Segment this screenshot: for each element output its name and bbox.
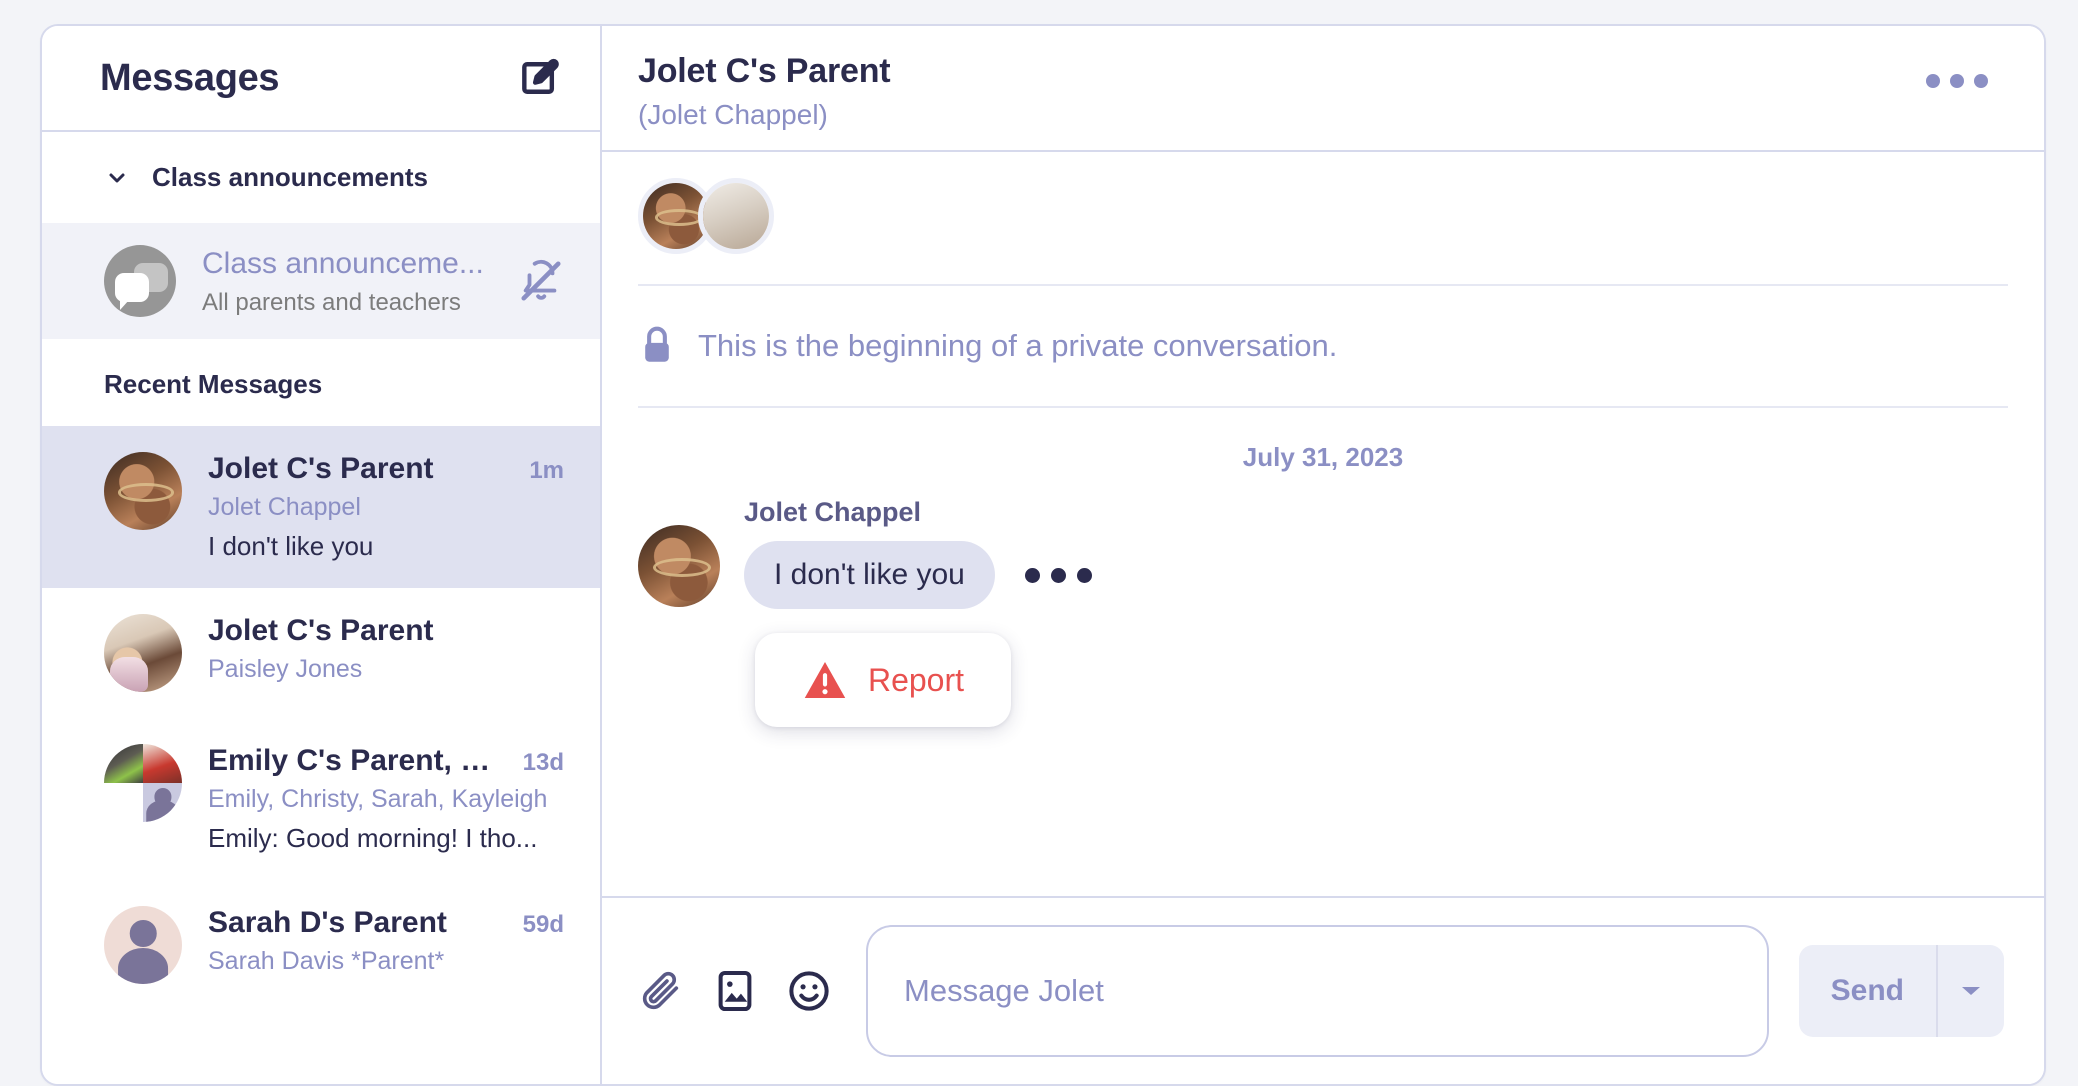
ellipsis-horizontal-icon[interactable] — [1024, 567, 1092, 583]
list-item[interactable]: Jolet C's Parent Paisley Jones — [42, 588, 600, 718]
list-item-body: Jolet C's Parent Paisley Jones — [208, 614, 564, 692]
list-item-timestamp: 13d — [522, 749, 564, 776]
participant-avatars — [602, 152, 2044, 284]
message-content: Jolet Chappel I don't like you — [744, 497, 1092, 609]
list-item-title: Sarah D's Parent — [208, 906, 447, 939]
list-item-subtitle: Paisley Jones — [208, 655, 363, 683]
compose-pencil-icon[interactable] — [512, 51, 566, 105]
bell-muted-icon[interactable] — [518, 258, 564, 304]
list-item-preview: I don't like you — [208, 531, 374, 561]
class-announcements-name: Class announceme... — [202, 247, 484, 281]
list-item-body: Emily C's Parent, Ch... 13d Emily, Chris… — [208, 744, 564, 854]
messages-window: Messages Class announcements Class annou… — [40, 24, 2046, 1086]
conversation-subtitle: (Jolet Chappel) — [638, 99, 828, 130]
warning-triangle-icon — [802, 659, 848, 701]
recent-messages-section-header: Recent Messages — [42, 339, 600, 426]
list-item[interactable]: Emily C's Parent, Ch... 13d Emily, Chris… — [42, 718, 600, 880]
list-item-title: Jolet C's Parent — [208, 452, 434, 485]
report-button[interactable]: Report — [755, 633, 1011, 727]
avatar — [104, 452, 182, 530]
list-item-subtitle: Emily, Christy, Sarah, Kayleigh — [208, 785, 548, 813]
class-announcements-texts: Class announceme... All parents and teac… — [202, 245, 492, 317]
avatar — [698, 178, 774, 254]
date-separator: July 31, 2023 — [1242, 442, 1404, 472]
app-root: Messages Class announcements Class annou… — [0, 0, 2078, 1086]
conversation-title: Jolet C's Parent — [638, 52, 891, 90]
conversation-header: Jolet C's Parent (Jolet Chappel) — [602, 26, 2044, 152]
message-bubble-row: I don't like you — [744, 541, 1092, 609]
message-thread: This is the beginning of a private conve… — [602, 152, 2044, 898]
sidebar-item-class-announcements[interactable]: Class announceme... All parents and teac… — [42, 223, 600, 339]
avatar — [104, 614, 182, 692]
paperclip-icon[interactable] — [638, 968, 684, 1014]
send-button-group: Send — [1798, 945, 2004, 1037]
conversation-header-texts: Jolet C's Parent (Jolet Chappel) — [638, 52, 891, 131]
message-composer: Message Jolet Send — [602, 898, 2044, 1084]
class-announcements-avatar — [104, 245, 176, 317]
private-conversation-notice: This is the beginning of a private conve… — [602, 286, 2044, 406]
caret-down-icon[interactable] — [1936, 945, 2004, 1037]
image-icon[interactable] — [712, 968, 758, 1014]
message-input-placeholder: Message Jolet — [904, 973, 1104, 1008]
conversation-panel: Jolet C's Parent (Jolet Chappel) This is… — [602, 26, 2044, 1084]
list-item-body: Jolet C's Parent 1m Jolet Chappel I don'… — [208, 452, 564, 562]
list-item[interactable]: Jolet C's Parent 1m Jolet Chappel I don'… — [42, 426, 600, 588]
lock-icon — [638, 324, 676, 368]
avatar — [104, 744, 182, 822]
class-announcements-subtitle: All parents and teachers — [202, 288, 461, 316]
conversation-list: Jolet C's Parent 1m Jolet Chappel I don'… — [42, 426, 600, 1084]
private-conversation-text: This is the beginning of a private conve… — [698, 328, 1338, 363]
composer-icons — [638, 968, 832, 1014]
list-item-preview: Emily: Good morning! I tho... — [208, 823, 538, 853]
list-item-timestamp: 1m — [529, 457, 564, 484]
avatar — [104, 906, 182, 984]
report-label: Report — [867, 661, 965, 698]
page-title: Messages — [100, 56, 280, 99]
list-item-subtitle: Jolet Chappel — [208, 493, 361, 521]
list-item-body: Sarah D's Parent 59d Sarah Davis *Parent… — [208, 906, 564, 984]
list-item-title: Emily C's Parent, Ch... — [208, 744, 509, 777]
message-row: Jolet Chappel I don't like you — [602, 497, 2044, 609]
message-author: Jolet Chappel — [744, 497, 922, 527]
sidebar-header: Messages — [42, 26, 600, 132]
ellipsis-horizontal-icon[interactable] — [1926, 74, 1988, 88]
chevron-down-icon[interactable] — [104, 165, 130, 191]
sidebar: Messages Class announcements Class annou… — [42, 26, 602, 1084]
list-item[interactable]: Sarah D's Parent 59d Sarah Davis *Parent… — [42, 880, 600, 1010]
list-item-title: Jolet C's Parent — [208, 614, 434, 647]
list-item-timestamp: 59d — [522, 911, 564, 938]
emoji-smiley-icon[interactable] — [786, 968, 832, 1014]
class-announcements-section-header[interactable]: Class announcements — [42, 132, 600, 223]
section-label-recent-messages: Recent Messages — [104, 369, 323, 399]
section-label-class-announcements: Class announcements — [152, 162, 428, 192]
send-button[interactable]: Send — [1799, 945, 1936, 1037]
avatar — [638, 525, 720, 607]
list-item-subtitle: Sarah Davis *Parent* — [208, 947, 445, 975]
message-input[interactable]: Message Jolet — [866, 925, 1769, 1057]
message-bubble[interactable]: I don't like you — [744, 541, 995, 609]
